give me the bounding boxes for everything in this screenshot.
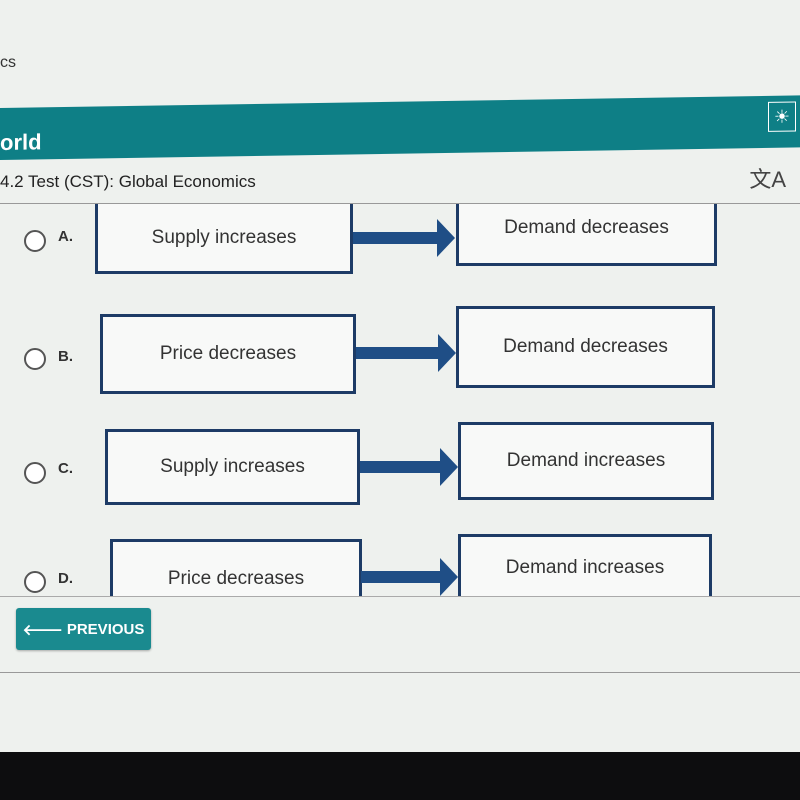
previous-label: PREVIOUS (66, 620, 145, 638)
option-letter: D. (58, 570, 73, 587)
app-header: orld ☀ (0, 95, 800, 160)
cause-box: Price decreases (100, 314, 356, 394)
page-title: 4.2 Test (CST): Global Economics (0, 172, 256, 191)
effect-box: Demand decreases (456, 204, 717, 266)
radio-d[interactable] (24, 571, 46, 593)
divider (0, 672, 800, 673)
breadcrumb[interactable]: cs (0, 54, 16, 72)
arrow-icon (361, 558, 458, 596)
radio-b[interactable] (24, 348, 46, 370)
app-name: orld (0, 129, 42, 155)
answer-options: A. Supply increases Demand decreases B. … (0, 203, 800, 597)
previous-button[interactable]: 🡐 PREVIOUS (16, 608, 151, 650)
arrow-icon (356, 334, 456, 372)
radio-c[interactable] (24, 462, 46, 484)
arrow-icon (360, 448, 458, 486)
option-b[interactable]: B. Price decreases Demand decreases (0, 306, 800, 394)
option-c[interactable]: C. Supply increases Demand increases (0, 422, 800, 509)
screen: cs orld ☀ 4.2 Test (CST): Global Economi… (0, 0, 800, 752)
cause-box: Supply increases (105, 429, 360, 505)
radio-a[interactable] (24, 230, 46, 252)
option-letter: B. (58, 348, 73, 365)
option-letter: C. (58, 460, 73, 477)
option-d[interactable]: D. Price decreases Demand increases (0, 534, 800, 596)
cause-box: Supply increases (95, 204, 353, 274)
effect-box: Demand increases (458, 534, 712, 596)
option-a[interactable]: A. Supply increases Demand decreases (0, 204, 800, 280)
lightbulb-icon[interactable]: ☀ (768, 101, 796, 132)
arrow-icon (353, 219, 455, 257)
cause-box: Price decreases (110, 539, 362, 596)
effect-box: Demand decreases (456, 306, 715, 388)
option-letter: A. (58, 228, 73, 245)
translate-icon[interactable]: 文A (749, 162, 786, 194)
arrow-left-icon: 🡐 (22, 621, 63, 639)
effect-box: Demand increases (458, 422, 714, 500)
